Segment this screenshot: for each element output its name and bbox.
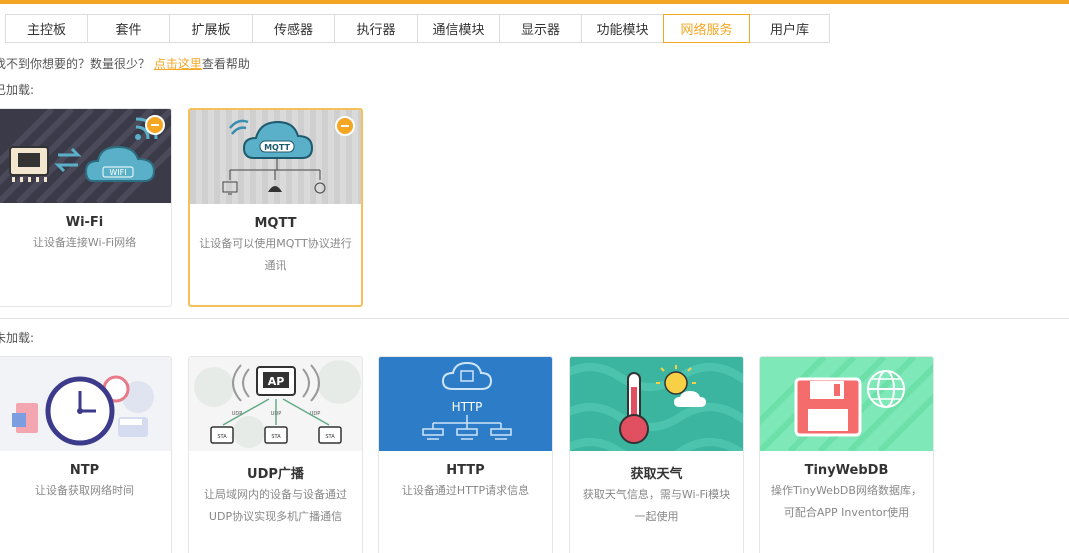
http-thumbnail: HTTP — [379, 357, 552, 451]
card-title: NTP — [69, 463, 100, 478]
wifi-thumbnail: WIFI — [0, 109, 171, 203]
svg-text:STA: STA — [271, 434, 281, 440]
section-divider — [0, 318, 1069, 319]
svg-text:UDP: UDP — [232, 411, 243, 417]
card-weather[interactable]: 获取天气 获取天气信息，需与Wi-Fi模块一起使用 — [569, 356, 744, 553]
category-tabs: 主控板 套件 扩展板 传感器 执行器 通信模块 显示器 功能模块 网络服务 用户… — [5, 14, 830, 43]
udp-thumbnail: AP UDP UDP UDP STA STA STA — [189, 357, 362, 451]
tab-communication[interactable]: 通信模块 — [417, 14, 500, 43]
help-link[interactable]: 点击这里 — [154, 57, 202, 71]
tab-main-board[interactable]: 主控板 — [5, 14, 88, 43]
card-description: 让设备通过HTTP请求信息 — [401, 484, 530, 497]
tab-function-modules[interactable]: 功能模块 — [581, 14, 664, 43]
card-title: 获取天气 — [630, 467, 683, 482]
database-save-icon — [760, 357, 933, 451]
tab-sensors[interactable]: 传感器 — [252, 14, 335, 43]
top-accent-bar — [0, 0, 1069, 4]
svg-text:STA: STA — [325, 434, 335, 440]
tab-display[interactable]: 显示器 — [499, 14, 582, 43]
help-line: 找不到你想要的？数量很少？ 点击这里查看帮助 — [0, 55, 250, 72]
tab-expansion-board[interactable]: 扩展板 — [169, 14, 253, 43]
card-description: 让设备连接Wi-Fi网络 — [32, 236, 137, 249]
card-http[interactable]: HTTP HTTP 让设备通过HTTP请求信息 — [378, 356, 553, 553]
card-udp-broadcast[interactable]: AP UDP UDP UDP STA STA STA UDP广播 让局域网内的设… — [188, 356, 363, 553]
card-title: MQTT — [254, 216, 297, 231]
card-mqtt[interactable]: MQTT MQTT 让设备可以使用MQTT协议进行通讯 — [188, 108, 363, 307]
clock-icon — [12, 375, 154, 446]
card-description: 操作TinyWebDB网络数据库，可配合APP Inventor使用 — [771, 484, 922, 519]
card-description: 让设备可以使用MQTT协议进行通讯 — [199, 237, 352, 272]
svg-text:HTTP: HTTP — [452, 400, 483, 414]
loaded-section-label: 已加载: — [0, 83, 35, 97]
card-description: 让局域网内的设备与设备通过UDP协议实现多机广播通信 — [204, 488, 347, 523]
ntp-thumbnail — [0, 357, 171, 451]
card-title: UDP广播 — [247, 467, 304, 482]
tab-kits[interactable]: 套件 — [87, 14, 170, 43]
tab-user-library[interactable]: 用户库 — [749, 14, 830, 43]
svg-text:STA: STA — [217, 434, 227, 440]
card-title: HTTP — [446, 463, 485, 478]
svg-text:UDP: UDP — [310, 411, 321, 417]
svg-text:WIFI: WIFI — [109, 168, 126, 177]
http-cloud-icon: HTTP — [422, 361, 512, 440]
card-description: 让设备获取网络时间 — [35, 484, 134, 497]
tinywebdb-thumbnail — [760, 357, 933, 451]
svg-text:MQTT: MQTT — [264, 143, 290, 152]
help-suffix: 查看帮助 — [201, 57, 250, 71]
remove-wifi-button[interactable] — [145, 115, 165, 135]
remove-mqtt-button[interactable] — [335, 116, 355, 136]
help-prefix: 找不到你想要的？数量很少？ — [0, 57, 151, 71]
unloaded-section-label: 未加载: — [0, 331, 35, 345]
svg-text:AP: AP — [268, 375, 285, 388]
mqtt-thumbnail: MQTT — [190, 110, 361, 204]
card-wifi[interactable]: WIFI Wi-Fi 让设备连接Wi-Fi网络 — [0, 108, 172, 307]
card-ntp[interactable]: NTP 让设备获取网络时间 — [0, 356, 172, 553]
card-description: 获取天气信息，需与Wi-Fi模块一起使用 — [582, 488, 731, 523]
card-title: Wi-Fi — [65, 215, 104, 230]
weather-thumbnail — [570, 357, 743, 451]
card-title: TinyWebDB — [804, 463, 889, 478]
card-tinywebdb[interactable]: TinyWebDB 操作TinyWebDB网络数据库，可配合APP Invent… — [759, 356, 934, 553]
tab-network-services[interactable]: 网络服务 — [663, 14, 750, 43]
weather-thermometer-icon — [570, 363, 743, 451]
udp-broadcast-icon: AP UDP UDP UDP STA STA STA — [194, 360, 361, 448]
tab-actuators[interactable]: 执行器 — [334, 14, 418, 43]
